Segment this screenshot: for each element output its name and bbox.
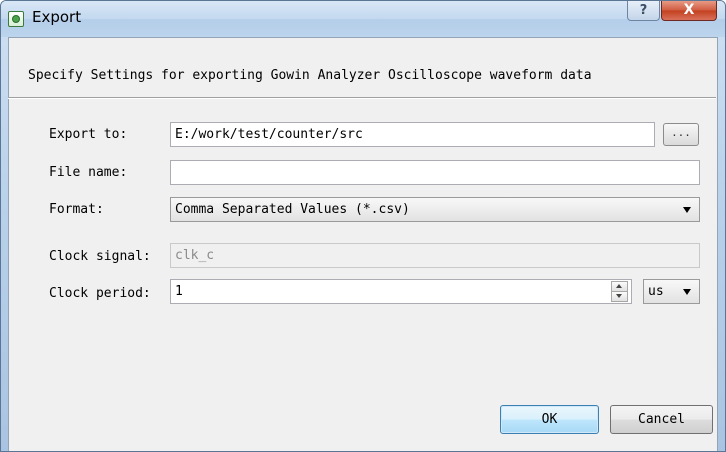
window-title: Export: [32, 8, 82, 26]
clock-period-spinner[interactable]: [611, 281, 628, 302]
file-name-label: File name:: [49, 165, 128, 180]
clock-period-label: Clock period:: [49, 286, 151, 301]
format-select-value: Comma Separated Values (*.csv): [175, 202, 410, 217]
clock-signal-input: clk_c: [170, 243, 700, 268]
file-name-input[interactable]: [170, 160, 700, 185]
browse-button[interactable]: ...: [663, 123, 699, 146]
export-to-label: Export to:: [49, 127, 128, 142]
chevron-down-icon: [683, 289, 691, 295]
spin-down-icon[interactable]: [611, 291, 628, 302]
dialog-description: Specify Settings for exporting Gowin Ana…: [28, 68, 592, 83]
app-icon: [8, 11, 24, 27]
chevron-down-icon: [683, 207, 691, 213]
title-bar[interactable]: Export ? X: [1, 1, 725, 37]
separator: [8, 97, 716, 99]
unit-select-value: us: [648, 284, 664, 299]
export-to-input[interactable]: E:/work/test/counter/src: [170, 122, 655, 147]
close-button[interactable]: X: [661, 1, 717, 21]
format-select[interactable]: Comma Separated Values (*.csv): [170, 197, 700, 222]
clock-signal-label: Clock signal:: [49, 249, 151, 264]
format-label: Format:: [49, 202, 104, 217]
unit-select[interactable]: us: [643, 279, 700, 304]
ok-button[interactable]: OK: [500, 405, 599, 434]
clock-period-input[interactable]: 1: [170, 279, 632, 304]
cancel-button[interactable]: Cancel: [610, 405, 713, 434]
help-button[interactable]: ?: [627, 1, 660, 21]
